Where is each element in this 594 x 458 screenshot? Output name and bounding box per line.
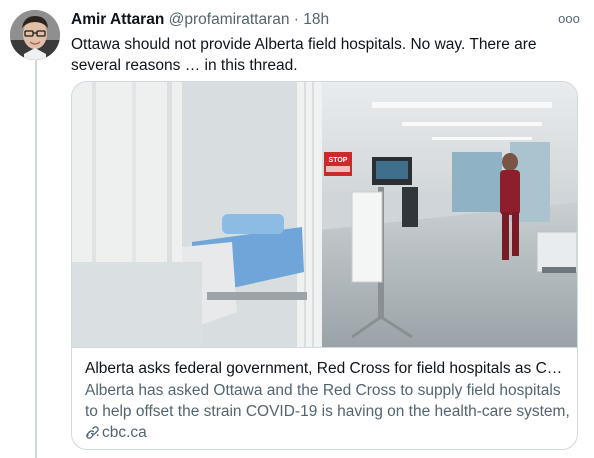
card-image: STOP bbox=[72, 82, 577, 347]
header-separator: · bbox=[293, 11, 299, 28]
link-icon bbox=[86, 426, 99, 439]
card-title[interactable]: Alberta asks federal government, Red Cro… bbox=[85, 359, 570, 379]
card-divider bbox=[72, 347, 577, 348]
author-name[interactable]: Amir Attaran bbox=[71, 11, 164, 28]
avatar-photo bbox=[10, 10, 60, 60]
more-options-icon[interactable]: ooo bbox=[557, 10, 581, 30]
avatar[interactable] bbox=[10, 10, 60, 60]
tweet-text: Ottawa should not provide Alberta field … bbox=[71, 36, 537, 74]
tweet-header: Amir Attaran @profamirattaran · 18h bbox=[71, 10, 329, 30]
stop-sign-text: STOP bbox=[329, 157, 348, 164]
card-domain[interactable]: cbc.ca bbox=[85, 423, 147, 443]
author-handle[interactable]: @profamirattaran bbox=[169, 11, 290, 28]
link-preview-card[interactable]: STOP Alberta asks federal government, Re… bbox=[71, 81, 578, 450]
card-domain-text: cbc.ca bbox=[102, 424, 147, 441]
card-description: Alberta has asked Ottawa and the Red Cro… bbox=[85, 382, 570, 440]
tweet-timestamp[interactable]: 18h bbox=[303, 11, 329, 28]
thread-connector-line bbox=[35, 60, 37, 458]
